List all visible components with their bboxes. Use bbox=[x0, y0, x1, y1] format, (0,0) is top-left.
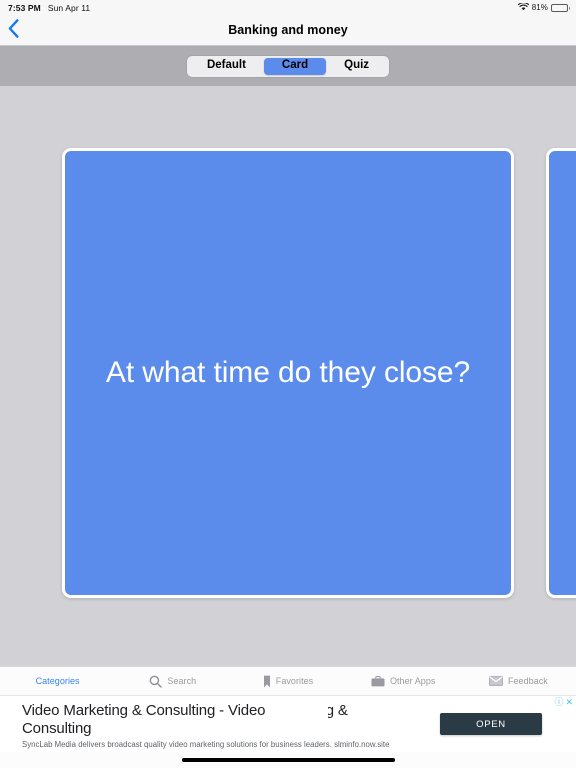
ad-title: Video Marketing & Consulting - Video Mar… bbox=[22, 700, 382, 737]
envelope-icon bbox=[489, 676, 503, 686]
ad-banner[interactable]: Video Marketing & Consulting - Video Mar… bbox=[0, 695, 576, 752]
page-title: Banking and money bbox=[228, 23, 348, 37]
tab-search-label: Search bbox=[167, 676, 197, 686]
ad-close-icon[interactable]: ✕ bbox=[565, 698, 573, 707]
ad-cta-wrapper: OPEN bbox=[440, 713, 576, 735]
nav-bar: Banking and money bbox=[0, 15, 576, 46]
tab-categories[interactable]: Categories bbox=[0, 667, 115, 695]
app-screen: 7:53 PM Sun Apr 11 81% Banking and money… bbox=[0, 0, 576, 768]
card-carousel[interactable]: At what time do they close? bbox=[0, 86, 576, 666]
home-indicator-bar bbox=[0, 752, 576, 768]
tab-feedback-label: Feedback bbox=[507, 676, 548, 686]
tab-bar: Categories Search Favorites Other Apps F… bbox=[0, 666, 576, 695]
status-bar: 7:53 PM Sun Apr 11 81% bbox=[0, 0, 576, 15]
home-indicator[interactable] bbox=[181, 758, 395, 762]
flashcard-current[interactable]: At what time do they close? bbox=[62, 148, 514, 598]
status-date: Sun Apr 11 bbox=[47, 2, 91, 13]
bookmark-icon bbox=[263, 675, 271, 688]
flashcard-question: At what time do they close? bbox=[105, 356, 471, 389]
tab-other-apps[interactable]: Other Apps bbox=[346, 667, 461, 695]
wifi-icon bbox=[517, 1, 529, 13]
tab-favorites-label: Favorites bbox=[275, 676, 314, 686]
segmented-control-bar: Default Card Quiz bbox=[0, 46, 576, 86]
tab-search[interactable]: Search bbox=[115, 667, 230, 695]
segment-default[interactable]: Default bbox=[189, 58, 264, 75]
ad-text-block: Video Marketing & Consulting - Video Mar… bbox=[0, 699, 440, 749]
tab-favorites[interactable]: Favorites bbox=[230, 667, 345, 695]
ad-title-occluder bbox=[270, 700, 328, 720]
tab-categories-label: Categories bbox=[35, 676, 80, 686]
back-button[interactable] bbox=[8, 15, 42, 45]
tab-other-apps-label: Other Apps bbox=[389, 676, 436, 686]
segment-quiz[interactable]: Quiz bbox=[326, 58, 387, 75]
battery-percent-label: 81% bbox=[531, 3, 548, 12]
segment-card[interactable]: Card bbox=[263, 57, 327, 75]
briefcase-icon bbox=[371, 675, 385, 687]
ad-open-button[interactable]: OPEN bbox=[440, 713, 542, 735]
status-bar-right: 81% bbox=[517, 1, 570, 13]
ad-info-icon[interactable]: ⓘ bbox=[554, 698, 563, 707]
battery-icon bbox=[551, 3, 570, 12]
flashcard-next[interactable] bbox=[546, 148, 576, 598]
ad-description: SyncLab Media delivers broadcast quality… bbox=[22, 740, 390, 750]
search-icon bbox=[149, 675, 163, 688]
tab-feedback[interactable]: Feedback bbox=[461, 667, 576, 695]
status-bar-left: 7:53 PM Sun Apr 11 bbox=[8, 3, 90, 13]
chevron-left-icon bbox=[8, 19, 19, 41]
segmented-control[interactable]: Default Card Quiz bbox=[186, 55, 390, 77]
status-time: 7:53 PM bbox=[8, 2, 41, 13]
ad-badges: ⓘ ✕ bbox=[554, 698, 573, 707]
